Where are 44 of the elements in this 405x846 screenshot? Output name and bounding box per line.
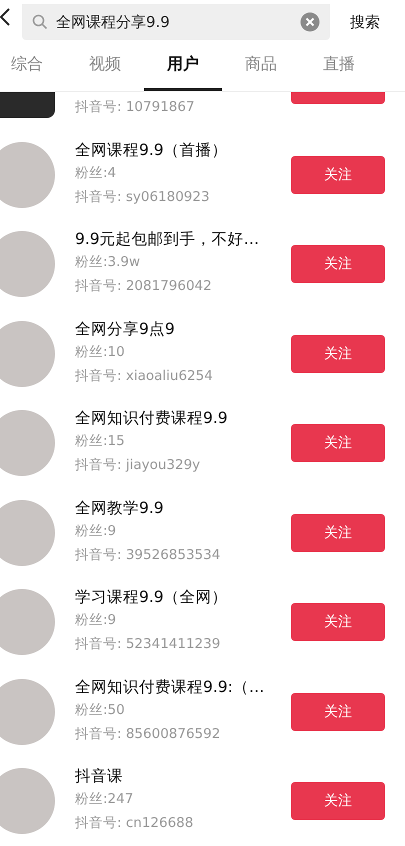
tab[interactable]: 直播 [300,40,378,91]
user-name[interactable]: 全网课程9.9（首播） [75,140,287,162]
fan-count: 粉丝:9 [75,611,118,630]
fan-count: 粉丝:9 [75,522,118,541]
user-id: 抖音号: xiaoaliu6254 [75,366,214,386]
user-id: 抖音号: 2081796042 [75,277,213,296]
follow-button[interactable]: 关注 [291,156,385,194]
follow-button[interactable]: 关注 [291,782,385,820]
user-name[interactable]: 9.9元起包邮到手，不好… [75,229,287,252]
user-name[interactable]: 全网知识付费课程9.9 [75,408,287,430]
user-name[interactable]: 全网分享9点9 [75,318,287,341]
back-icon[interactable] [0,8,10,26]
follow-button[interactable]: 关注 [291,424,385,462]
tab[interactable]: 用户 [144,40,222,91]
fan-count: 粉丝:3.9w [75,253,142,272]
fan-count: 粉丝:15 [75,432,126,452]
user-id: 抖音号: sy06180923 [75,188,211,207]
fan-count: 粉丝:10 [75,342,126,362]
tab[interactable]: 视频 [66,40,144,91]
follow-button[interactable]: 关注 [291,514,385,552]
tab[interactable]: 综合 [0,40,66,91]
clear-icon[interactable] [300,12,320,32]
user-name[interactable]: 抖音课 [75,766,287,788]
user-id: 抖音号: jiayou329y [75,456,202,476]
fan-count: 粉丝:247 [75,790,134,810]
search-field[interactable]: 全网课程分享9.9 [22,4,330,40]
search-icon [32,14,48,30]
fan-count: 粉丝:4 [75,164,118,183]
user-id: 抖音号: 52341411239 [75,635,222,654]
user-id: 抖音号: 39526853534 [75,546,222,565]
search-button[interactable]: 搜索 [350,13,380,32]
search-input[interactable]: 全网课程分享9.9 [56,13,292,31]
follow-button[interactable]: 关注 [291,603,385,642]
fan-count: 粉丝:50 [75,700,126,720]
user-name[interactable]: 全网教学9.9 [75,498,287,520]
user-name[interactable]: 全网知识付费课程9.9:（… [75,676,287,699]
follow-button[interactable]: 关注 [291,692,385,731]
user-id: 抖音号: 10791867 [75,98,196,117]
user-id: 抖音号: 85600876592 [75,724,222,744]
tab[interactable]: 商品 [222,40,300,91]
user-id: 抖音号: cn126688 [75,814,194,834]
follow-button[interactable]: 关注 [291,334,385,373]
follow-button[interactable]: 关注 [291,245,385,284]
user-name[interactable]: 学习课程9.9（全网） [75,587,287,610]
